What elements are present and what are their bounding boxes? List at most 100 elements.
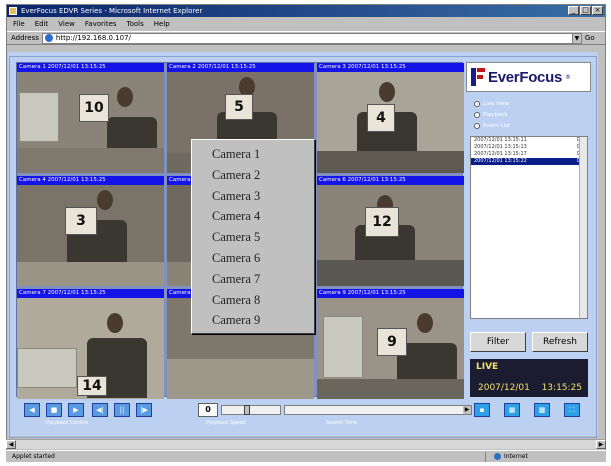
radio-event-list[interactable]: Event List [474, 120, 584, 131]
camera-view-9[interactable]: Camera 9 2007/12/01 13:15:25 9 [317, 289, 464, 399]
event-time: 2007/12/01 13:15:11 [474, 137, 527, 143]
radio-label: Event List [483, 122, 511, 129]
menu-file[interactable]: File [13, 18, 25, 30]
playback-speed-label: Playback Speed [206, 420, 246, 426]
event-time: 2007/12/01 13:15:13 [474, 144, 527, 150]
step-forward-icon[interactable]: |▶ [136, 403, 152, 417]
clock-mode: LIVE [476, 362, 499, 372]
camera-number-card: 12 [365, 207, 399, 237]
close-button[interactable]: × [592, 6, 603, 15]
menu-item-camera-2[interactable]: Camera 2 [192, 165, 314, 186]
list-item[interactable]: 2007/12/01 13:15:17 03 [471, 151, 587, 158]
camera-view-7[interactable]: Camera 7 2007/12/01 13:15:25 14 [17, 289, 164, 399]
list-item[interactable]: 2007/12/01 13:15:11 01 [471, 137, 587, 144]
clock-display: LIVE 2007/12/01 13:15:25 [470, 359, 588, 397]
menu-favorites[interactable]: Favorites [85, 18, 117, 30]
radio-label: Playback [483, 111, 508, 118]
event-time: 2007/12/01 13:15:17 [474, 151, 527, 157]
scroll-right-icon[interactable]: ▶ [596, 440, 606, 449]
menu-item-camera-1[interactable]: Camera 1 [192, 144, 314, 165]
title-bar: EverFocus EDVR Series - Microsoft Intern… [7, 5, 605, 17]
radio-label: Live View [483, 100, 510, 107]
camera-view-1[interactable]: Camera 1 2007/12/01 13:15:25 10 [17, 63, 164, 173]
speed-slider[interactable] [221, 405, 281, 415]
radio-icon[interactable] [474, 100, 480, 107]
pause-icon[interactable]: || [114, 403, 130, 417]
clock-date: 2007/12/01 [478, 383, 530, 393]
horizontal-scrollbar[interactable]: ◀ ▶ [6, 439, 606, 449]
zone-text: Internet [504, 453, 528, 460]
menu-item-camera-4[interactable]: Camera 4 [192, 206, 314, 227]
address-input[interactable]: http://192.168.0.107/ ▼ [41, 32, 582, 44]
stop-icon[interactable]: ■ [46, 403, 62, 417]
camera-view-3[interactable]: Camera 3 2007/12/01 13:15:25 4 [317, 63, 464, 173]
menu-item-camera-3[interactable]: Camera 3 [192, 186, 314, 207]
menu-view[interactable]: View [58, 18, 75, 30]
fullscreen-icon[interactable]: ⛶ [564, 403, 580, 417]
camera-label: Camera 4 2007/12/01 13:15:25 [17, 176, 164, 185]
rewind-icon[interactable]: ◀ [24, 403, 40, 417]
layout-single-icon[interactable]: ▪ [474, 403, 490, 417]
menu-item-camera-5[interactable]: Camera 5 [192, 227, 314, 248]
address-dropdown-icon[interactable]: ▼ [571, 33, 581, 43]
radio-icon[interactable] [474, 111, 480, 118]
menu-tools[interactable]: Tools [127, 18, 144, 30]
radio-playback[interactable]: Playback [474, 109, 584, 120]
refresh-button[interactable]: Refresh [532, 332, 588, 352]
camera-number-card: 14 [77, 376, 107, 396]
camera-number-card: 5 [225, 94, 253, 120]
step-back-icon[interactable]: ◀| [92, 403, 108, 417]
event-time: 2007/12/01 13:15:22 [474, 158, 527, 164]
scroll-left-icon[interactable]: ◀ [6, 440, 16, 449]
camera-label: Camera 2 2007/12/01 13:15:25 [167, 63, 314, 72]
logo-mark-icon [471, 68, 485, 86]
page-icon [44, 34, 53, 42]
layout-nine-icon[interactable]: ▩ [534, 403, 550, 417]
speed-selector[interactable]: 0 [198, 403, 218, 417]
radio-live-view[interactable]: Live View [474, 98, 584, 109]
window-title: EverFocus EDVR Series - Microsoft Intern… [21, 7, 203, 15]
address-bar: Address http://192.168.0.107/ ▼ Go [7, 31, 605, 45]
camera-label: Camera 9 2007/12/01 13:15:25 [317, 289, 464, 298]
list-item[interactable]: 2007/12/01 13:15:13 02 [471, 144, 587, 151]
address-value: http://192.168.0.107/ [55, 34, 131, 42]
camera-number-card: 3 [65, 207, 97, 235]
play-icon[interactable]: ▶ [68, 403, 84, 417]
menu-bar: File Edit View Favorites Tools Help [7, 18, 605, 30]
event-list-scrollbar[interactable] [579, 137, 587, 318]
list-item-selected[interactable]: 2007/12/01 13:15:22 04 [471, 158, 587, 165]
camera-number-card: 9 [377, 328, 407, 356]
camera-label: Camera 6 2007/12/01 13:15:25 [317, 176, 464, 185]
playback-controls: ◀ ■ ▶ ◀| || |▶ 0 ▶ ▪ ▦ ▩ ⛶ [16, 403, 593, 418]
search-time-slider[interactable]: ▶ [284, 405, 472, 415]
filter-button[interactable]: Filter [470, 332, 526, 352]
camera-number-card: 10 [79, 94, 109, 122]
minimize-button[interactable]: _ [568, 6, 579, 15]
menu-help[interactable]: Help [154, 18, 170, 30]
side-panel: EverFocus ® Live View Playback Event List… [466, 62, 591, 397]
camera-view-6[interactable]: Camera 6 2007/12/01 13:15:25 12 [317, 176, 464, 286]
camera-label: Camera 7 2007/12/01 13:15:25 [17, 289, 164, 298]
menu-item-camera-6[interactable]: Camera 6 [192, 248, 314, 269]
menu-item-camera-9[interactable]: Camera 9 [192, 310, 314, 331]
camera-select-menu: Camera 1 Camera 2 Camera 3 Camera 4 Came… [191, 139, 315, 334]
layout-quad-icon[interactable]: ▦ [504, 403, 520, 417]
menu-item-camera-8[interactable]: Camera 8 [192, 290, 314, 311]
go-button[interactable]: Go [585, 34, 595, 42]
slider-arrow-icon[interactable]: ▶ [463, 406, 471, 414]
search-time-label: Search Time [326, 420, 358, 426]
menu-edit[interactable]: Edit [35, 18, 49, 30]
maximize-button[interactable]: □ [580, 6, 591, 15]
camera-label: Camera 3 2007/12/01 13:15:25 [317, 63, 464, 72]
internet-zone-icon [494, 453, 501, 460]
control-labels: Playback Control Playback Speed Search T… [16, 420, 466, 428]
mode-radio-group: Live View Playback Event List [474, 98, 584, 131]
everfocus-logo: EverFocus ® [466, 62, 591, 92]
browser-icon [9, 7, 17, 15]
radio-icon[interactable] [474, 122, 480, 129]
event-list[interactable]: 2007/12/01 13:15:11 01 2007/12/01 13:15:… [470, 136, 588, 319]
menu-item-camera-7[interactable]: Camera 7 [192, 269, 314, 290]
speed-slider-handle[interactable] [244, 405, 250, 415]
clock-time: 13:15:25 [541, 383, 582, 393]
camera-view-4[interactable]: Camera 4 2007/12/01 13:15:25 3 [17, 176, 164, 286]
